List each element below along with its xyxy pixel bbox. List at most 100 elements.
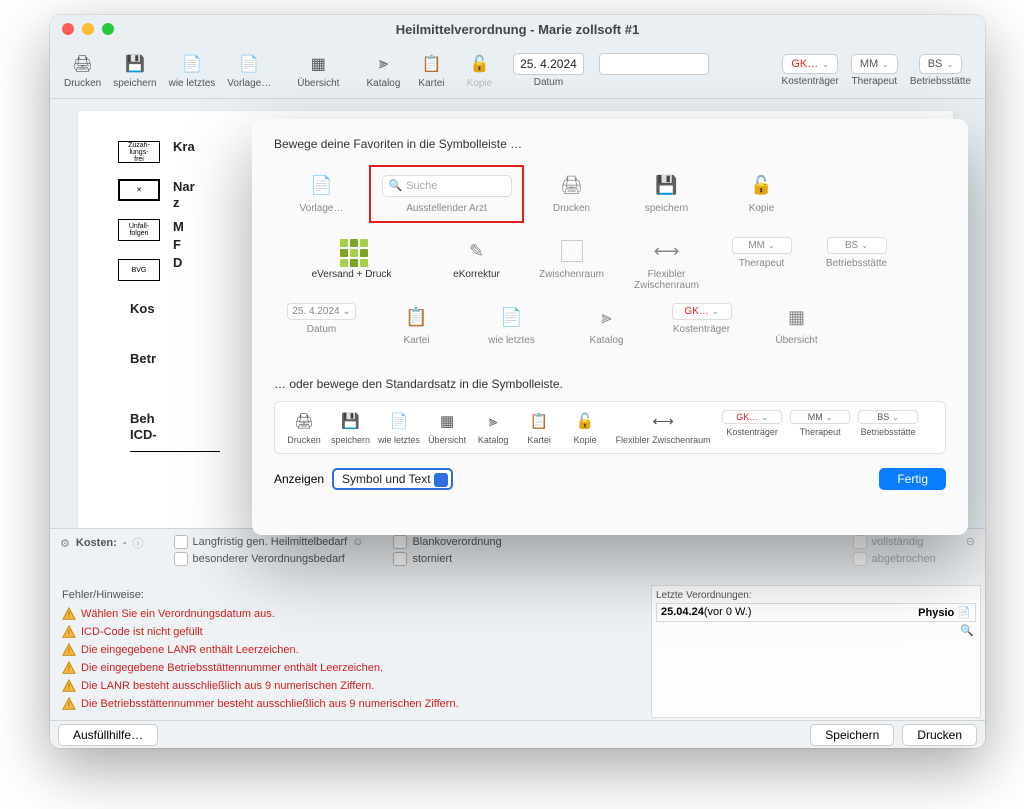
toolbar-l-field[interactable] bbox=[593, 53, 715, 88]
svg-text:!: ! bbox=[68, 665, 70, 674]
badge-zuzahlung[interactable]: Zuzah- lungs- frei bbox=[118, 141, 160, 163]
error-row: !ICD-Code ist nicht gefüllt bbox=[62, 623, 637, 641]
clipboard-icon: 📋 bbox=[530, 410, 549, 432]
fav-kopie[interactable]: 🔓Kopie bbox=[714, 167, 809, 233]
gear-icon[interactable]: ⚙ bbox=[60, 537, 70, 550]
anzeigen-select[interactable]: Symbol und Text bbox=[332, 468, 453, 490]
spacer-icon bbox=[558, 237, 586, 265]
printer-icon: 🖨 bbox=[71, 52, 95, 76]
db-speichern: 💾speichern bbox=[327, 410, 374, 445]
error-row: !Die LANR besteht ausschließlich aus 9 n… bbox=[62, 677, 637, 695]
svg-text:!: ! bbox=[68, 647, 70, 656]
save-icon: 💾 bbox=[123, 52, 147, 76]
date-field[interactable]: 25. 4.2024 bbox=[513, 53, 584, 75]
template-icon: 📄 bbox=[237, 52, 261, 76]
titlebar: Heilmittelverordnung - Marie zollsoft #1 bbox=[50, 15, 985, 43]
fav-therapeut[interactable]: MM⌄Therapeut bbox=[714, 233, 809, 299]
toolbar-drucken[interactable]: 🖨Drucken bbox=[58, 52, 107, 89]
toolbar-uebersicht[interactable]: ▦Übersicht bbox=[291, 52, 345, 89]
db-flex: ⟷Flexibler Zwischenraum bbox=[608, 410, 718, 445]
catalog-icon: ⫸ bbox=[489, 410, 497, 432]
fav-ausstellender-arzt[interactable]: 🔍Suche Ausstellender Arzt bbox=[369, 165, 524, 223]
fav-kostentraeger[interactable]: GK…⌄Kostenträger bbox=[654, 299, 749, 365]
check-langfristig[interactable]: Langfristig gen. Heilmittelbedarf ☺ bbox=[174, 535, 364, 549]
fav-flex-zwischenraum[interactable]: ⟷Flexibler Zwischenraum bbox=[619, 233, 714, 299]
recent-row[interactable]: 25.04.24(vor 0 W.) Physio 📄 bbox=[656, 603, 976, 622]
print-button[interactable]: Drucken bbox=[902, 724, 977, 746]
fav-zwischenraum[interactable]: Zwischenraum bbox=[524, 233, 619, 299]
save-icon: 💾 bbox=[653, 171, 681, 199]
db-kopie: 🔓Kopie bbox=[562, 410, 608, 445]
fav-ekorrektur[interactable]: ✎eKorrektur bbox=[429, 233, 524, 299]
footer: Ausfüllhilfe… Speichern Drucken bbox=[50, 720, 985, 748]
db-uebersicht: ▦Übersicht bbox=[424, 410, 470, 445]
fav-uebersicht[interactable]: ▦Übersicht bbox=[749, 299, 844, 365]
fav-kartei[interactable]: 📋Kartei bbox=[369, 299, 464, 365]
warning-icon: ! bbox=[62, 697, 76, 711]
zoom-button[interactable] bbox=[102, 23, 114, 35]
db-wie-letztes: 📄wie letztes bbox=[374, 410, 424, 445]
toolbar-katalog[interactable]: ⫸Katalog bbox=[359, 52, 407, 89]
clipboard-icon: 📋 bbox=[419, 52, 443, 76]
done-button[interactable]: Fertig bbox=[879, 468, 946, 490]
window-controls bbox=[62, 23, 114, 35]
errors-title: Fehler/Hinweise: bbox=[62, 589, 637, 601]
toolbar-kartei[interactable]: 📋Kartei bbox=[407, 52, 455, 89]
settings-icon[interactable]: ⊝ bbox=[966, 535, 975, 548]
toolbar-kopie[interactable]: 🔓Kopie bbox=[455, 52, 503, 89]
badge-unfall[interactable]: Unfall- folgen bbox=[118, 219, 160, 241]
toolbar-datum[interactable]: 25. 4.2024Datum bbox=[503, 53, 593, 88]
toolbar-speichern[interactable]: 💾speichern bbox=[107, 52, 162, 89]
catalog-icon: ⫸ bbox=[593, 303, 621, 331]
table-icon: ▦ bbox=[783, 303, 811, 331]
warning-icon: ! bbox=[62, 661, 76, 675]
fav-wie-letztes[interactable]: 📄wie letztes bbox=[464, 299, 559, 365]
svg-text:!: ! bbox=[68, 701, 70, 710]
fav-datum[interactable]: 25. 4.2024 ⌄Datum bbox=[274, 299, 369, 365]
flex-spacer-icon: ⟷ bbox=[653, 237, 681, 265]
help-button[interactable]: Ausfüllhilfe… bbox=[58, 724, 158, 746]
save-button[interactable]: Speichern bbox=[810, 724, 894, 746]
db-betriebsstaette: BS⌄Betriebsstätte bbox=[854, 410, 922, 437]
fav-betriebsstaette[interactable]: BS⌄Betriebsstätte bbox=[809, 233, 904, 299]
db-kostentraeger: GK…⌄Kostenträger bbox=[718, 410, 786, 437]
search-icon: 🔍 bbox=[389, 179, 403, 192]
toolbar-wie-letztes[interactable]: 📄wie letztes bbox=[163, 52, 222, 89]
svg-text:!: ! bbox=[68, 683, 70, 692]
duplicate-icon: 📄 bbox=[390, 410, 409, 432]
fav-speichern[interactable]: 💾speichern bbox=[619, 167, 714, 233]
warning-icon: ! bbox=[62, 643, 76, 657]
toolbar-therapeut[interactable]: MM⌄Therapeut bbox=[845, 54, 904, 87]
check-storniert[interactable]: storniert bbox=[393, 552, 501, 566]
fav-eversand[interactable]: eVersand + Druck bbox=[274, 233, 429, 299]
default-toolbar-set[interactable]: 🖨Drucken 💾speichern 📄wie letztes ▦Übersi… bbox=[274, 401, 946, 454]
toolbar-betriebsstaette[interactable]: BS⌄Betriebsstätte bbox=[904, 54, 977, 87]
clipboard-icon: 📋 bbox=[403, 303, 431, 331]
badge-checked[interactable]: ✕ bbox=[118, 179, 160, 201]
fav-katalog[interactable]: ⫸Katalog bbox=[559, 299, 654, 365]
fav-vorlage[interactable]: 📄Vorlage… bbox=[274, 167, 369, 233]
minimize-button[interactable] bbox=[82, 23, 94, 35]
error-row: !Die eingegebene LANR enthält Leerzeiche… bbox=[62, 641, 637, 659]
svg-text:!: ! bbox=[68, 629, 70, 638]
check-blanko[interactable]: Blankoverordnung bbox=[393, 535, 501, 549]
search-input[interactable]: 🔍Suche bbox=[382, 175, 512, 197]
template-icon: 📄 bbox=[308, 171, 336, 199]
toolbar-customize-sheet: Bewege deine Favoriten in die Symbolleis… bbox=[252, 119, 968, 535]
toolbar-vorlage[interactable]: 📄Vorlage… bbox=[221, 52, 277, 89]
bottom-panel: ⚙ Kosten: - ⓘ Langfristig gen. Heilmitte… bbox=[50, 528, 985, 748]
pencil-icon: ✎ bbox=[463, 237, 491, 265]
info-icon[interactable]: ⓘ bbox=[133, 535, 144, 551]
duplicate-icon: 📄 bbox=[498, 303, 526, 331]
check-besonderer[interactable]: besonderer Verordnungsbedarf bbox=[174, 552, 364, 566]
db-therapeut: MM⌄Therapeut bbox=[786, 410, 854, 437]
toolbar-kostentraeger[interactable]: GK…⌄Kostenträger bbox=[776, 54, 845, 87]
recent-prescriptions: Letzte Verordnungen: 25.04.24(vor 0 W.) … bbox=[651, 585, 981, 718]
search-icon[interactable]: 🔍 bbox=[960, 625, 974, 637]
fav-drucken[interactable]: 🖨Drucken bbox=[524, 167, 619, 233]
close-button[interactable] bbox=[62, 23, 74, 35]
badge-bvg[interactable]: BVG bbox=[118, 259, 160, 281]
main-toolbar: 🖨Drucken 💾speichern 📄wie letztes 📄Vorlag… bbox=[50, 43, 985, 99]
table-icon: ▦ bbox=[306, 52, 330, 76]
catalog-icon: ⫸ bbox=[371, 52, 395, 76]
